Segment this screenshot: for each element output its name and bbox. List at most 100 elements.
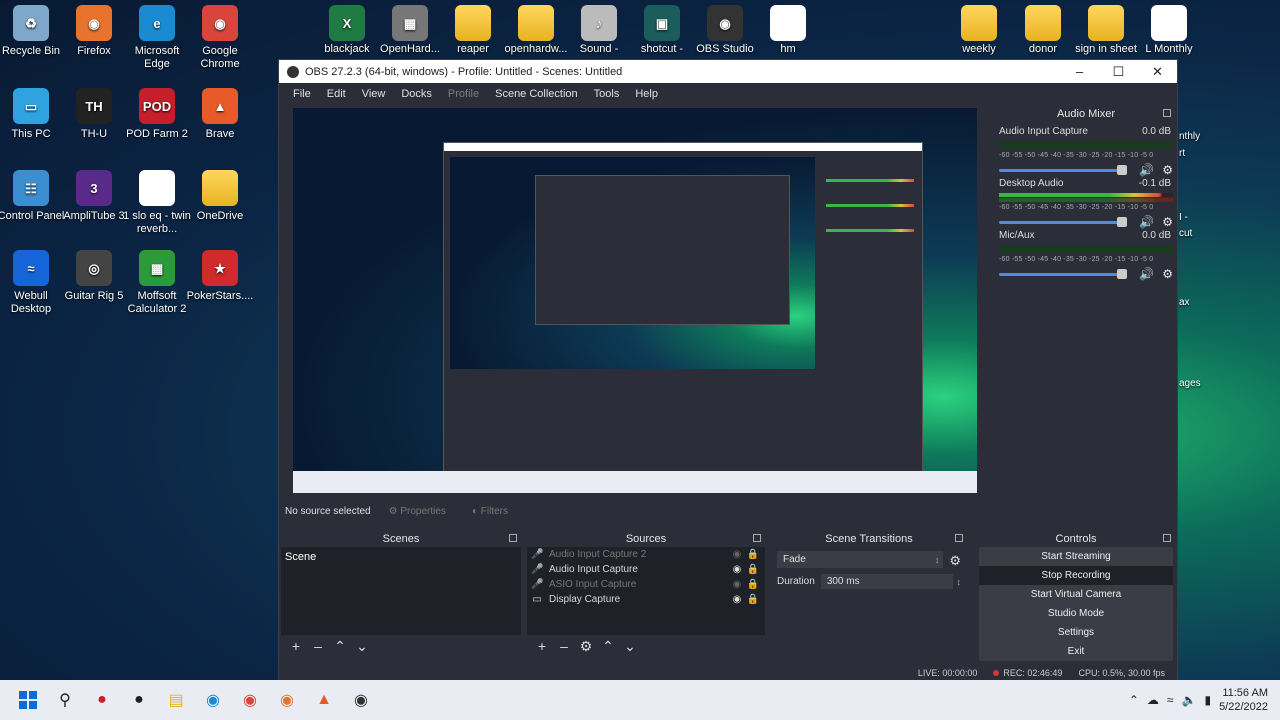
remove-icon[interactable]: – [307, 638, 329, 654]
undock-icon[interactable] [1163, 534, 1171, 542]
visibility-eye-icon[interactable]: ◉ [729, 579, 745, 590]
menu-scene-collection[interactable]: Scene Collection [487, 88, 586, 100]
gear-icon[interactable]: ⚙ [949, 553, 961, 569]
speaker-icon[interactable]: 🔊 [1139, 163, 1154, 177]
visibility-eye-icon[interactable]: ◉ [729, 549, 745, 560]
speaker-icon[interactable]: 🔊 [1139, 267, 1154, 281]
visibility-eye-icon[interactable]: ◉ [729, 594, 745, 605]
desktop-shortcut[interactable]: reaper [438, 5, 508, 56]
remove-icon[interactable]: – [553, 638, 575, 654]
source-item[interactable]: 🎤 Audio Input Capture ◉ 🔒 [527, 562, 765, 577]
desktop-shortcut[interactable]: ◉ Firefox [59, 5, 129, 58]
exit-button[interactable]: Exit [979, 642, 1173, 661]
desktop-shortcut[interactable]: ▭ This PC [0, 88, 66, 141]
menu-help[interactable]: Help [627, 88, 666, 100]
desktop-shortcut[interactable]: 3 AmpliTube 3 [59, 170, 129, 223]
podfarm-icon[interactable]: ● [84, 682, 120, 718]
duration-input[interactable]: 300 ms [820, 574, 953, 589]
firefox-icon[interactable]: ◉ [269, 682, 305, 718]
filters-button[interactable]: ◐ Filters [464, 504, 516, 519]
thu-icon[interactable]: ● [121, 682, 157, 718]
battery-icon[interactable]: ▮ [1204, 693, 1211, 707]
move-down-icon[interactable]: ⌄ [619, 638, 641, 655]
spinner-icon[interactable]: ↕ [957, 577, 962, 587]
desktop-shortcut[interactable]: ◎ Guitar Rig 5 [59, 250, 129, 303]
gear-icon[interactable]: ⚙ [1162, 163, 1173, 177]
desktop-shortcut[interactable]: L Monthly [1134, 5, 1204, 56]
desktop-shortcut[interactable]: donor [1008, 5, 1078, 56]
gear-icon[interactable]: ⚙ [575, 638, 597, 655]
start-virtual-camera-button[interactable]: Start Virtual Camera [979, 585, 1173, 604]
lock-icon[interactable]: 🔒 [745, 549, 761, 560]
properties-button[interactable]: ⚙ Properties [381, 504, 454, 519]
minimize-icon[interactable]: – [1060, 64, 1099, 80]
desktop-shortcut[interactable]: ▦ Moffsoft Calculator 2 [122, 250, 192, 316]
desktop-shortcut[interactable]: POD POD Farm 2 [122, 88, 192, 141]
chevron-up-icon[interactable]: ⌃ [1129, 693, 1139, 707]
source-item[interactable]: ▭ Display Capture ◉ 🔒 [527, 592, 765, 607]
edge-icon[interactable]: ◉ [195, 682, 231, 718]
preview-canvas[interactable] [293, 108, 977, 493]
gear-icon[interactable]: ⚙ [1162, 215, 1173, 229]
close-icon[interactable]: ✕ [1138, 64, 1177, 80]
menu-view[interactable]: View [354, 88, 394, 100]
volume-slider[interactable] [999, 216, 1128, 227]
desktop-shortcut[interactable]: OneDrive [185, 170, 255, 223]
desktop-shortcut[interactable]: hm [753, 5, 823, 56]
desktop-shortcut[interactable]: openhardw... [501, 5, 571, 56]
settings-button[interactable]: Settings [979, 623, 1173, 642]
clock[interactable]: 11:56 AM 5/22/2022 [1219, 686, 1268, 714]
desktop-shortcut[interactable]: ≈ Webull Desktop [0, 250, 66, 316]
desktop-shortcut[interactable]: ▦ OpenHard... [375, 5, 445, 56]
search-icon[interactable]: ⚲ [47, 682, 83, 718]
volume-slider[interactable] [999, 268, 1128, 279]
desktop-shortcut[interactable]: ◉ OBS Studio [690, 5, 760, 56]
undock-icon[interactable] [753, 534, 761, 542]
move-down-icon[interactable]: ⌄ [351, 638, 373, 655]
desktop-shortcut[interactable]: ▣ shotcut - [627, 5, 697, 56]
undock-icon[interactable] [509, 534, 517, 542]
undock-icon[interactable] [955, 534, 963, 542]
stop-recording-button[interactable]: Stop Recording [979, 566, 1173, 585]
scene-item[interactable]: Scene [281, 547, 521, 567]
title-bar[interactable]: OBS 27.2.3 (64-bit, windows) - Profile: … [279, 60, 1177, 83]
desktop-shortcut[interactable]: ♻ Recycle Bin [0, 5, 66, 58]
speaker-icon[interactable]: 🔊 [1139, 215, 1154, 229]
menu-docks[interactable]: Docks [393, 88, 440, 100]
lock-icon[interactable]: 🔒 [745, 594, 761, 605]
add-icon[interactable]: + [531, 638, 553, 654]
add-icon[interactable]: + [285, 638, 307, 654]
desktop-shortcut[interactable]: weekly [944, 5, 1014, 56]
desktop-shortcut[interactable]: ◉ Google Chrome [185, 5, 255, 71]
brave-icon[interactable]: ▲ [306, 682, 342, 718]
desktop-shortcut[interactable]: ♪ Sound - [564, 5, 634, 56]
desktop-shortcut[interactable]: TH TH-U [59, 88, 129, 141]
desktop-shortcut[interactable]: ☷ Control Panel [0, 170, 66, 223]
volume-icon[interactable]: 🔈 [1182, 693, 1197, 707]
studio-mode-button[interactable]: Studio Mode [979, 604, 1173, 623]
chrome-icon[interactable]: ◉ [232, 682, 268, 718]
desktop-shortcut[interactable]: 1 slo eq - twin reverb... [122, 170, 192, 236]
desktop-shortcut[interactable]: e Microsoft Edge [122, 5, 192, 71]
move-up-icon[interactable]: ⌃ [597, 638, 619, 655]
menu-tools[interactable]: Tools [586, 88, 628, 100]
desktop-shortcut[interactable]: sign in sheet [1071, 5, 1141, 56]
wifi-icon[interactable]: ≈ [1167, 693, 1174, 707]
undock-icon[interactable] [1163, 109, 1171, 117]
start-streaming-button[interactable]: Start Streaming [979, 547, 1173, 566]
transition-select[interactable]: Fade ↕ [777, 551, 944, 568]
volume-slider[interactable] [999, 164, 1128, 175]
menu-profile[interactable]: Profile [440, 88, 487, 100]
lock-icon[interactable]: 🔒 [745, 564, 761, 575]
visibility-eye-icon[interactable]: ◉ [729, 564, 745, 575]
desktop-shortcut[interactable]: ★ PokerStars.... [185, 250, 255, 303]
move-up-icon[interactable]: ⌃ [329, 638, 351, 655]
obs-icon[interactable]: ◉ [343, 682, 379, 718]
maximize-icon[interactable]: ☐ [1099, 64, 1138, 80]
source-item[interactable]: 🎤 Audio Input Capture 2 ◉ 🔒 [527, 547, 765, 562]
desktop-shortcut[interactable]: ▲ Brave [185, 88, 255, 141]
lock-icon[interactable]: 🔒 [745, 579, 761, 590]
menu-edit[interactable]: Edit [319, 88, 354, 100]
desktop-shortcut[interactable]: Xblackjack [312, 5, 382, 56]
windows-start-icon[interactable] [10, 682, 46, 718]
